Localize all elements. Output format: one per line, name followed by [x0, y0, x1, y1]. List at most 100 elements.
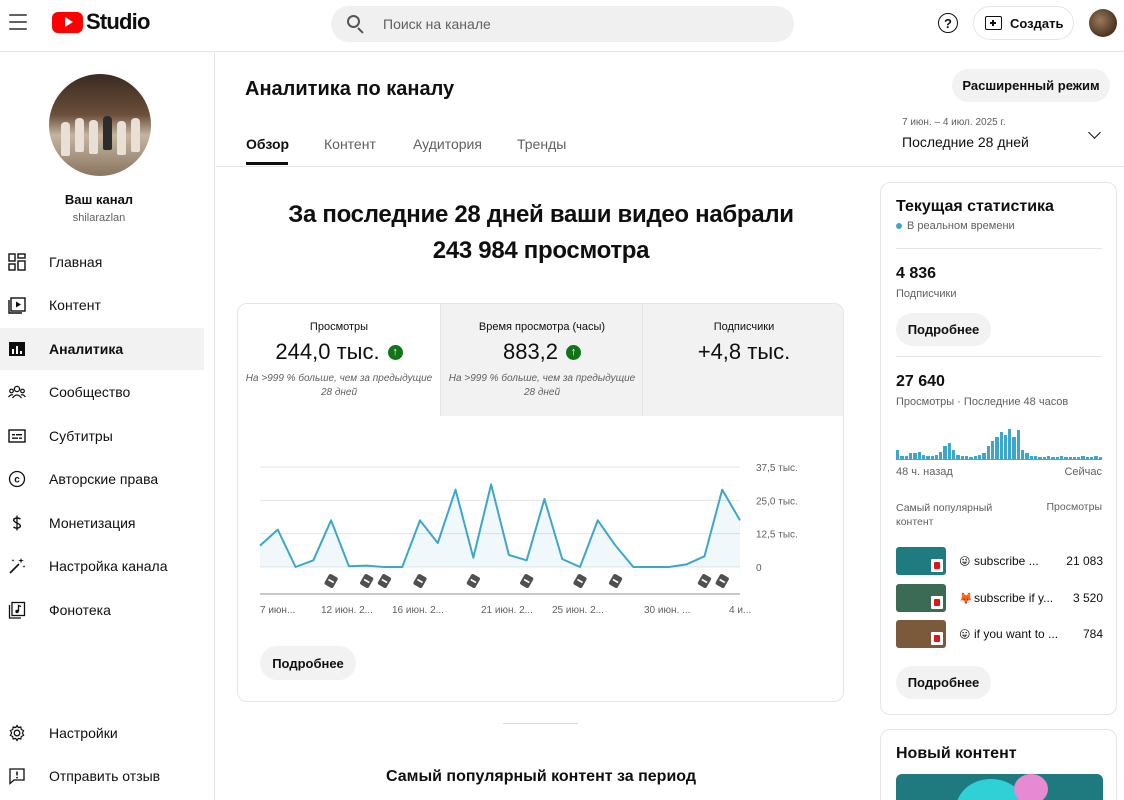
more-button[interactable]: Подробнее	[260, 646, 356, 680]
sidebar-item-content[interactable]: Контент	[0, 284, 204, 326]
chart-point[interactable]	[667, 565, 671, 569]
chart-point[interactable]	[596, 518, 600, 522]
chart-point[interactable]	[702, 554, 706, 558]
tab-audience[interactable]: Аудитория	[413, 136, 482, 152]
video-marker-icon[interactable]	[377, 573, 392, 588]
video-marker-icon[interactable]	[697, 573, 712, 588]
chart-point[interactable]	[489, 482, 493, 486]
tab-overview[interactable]: Обзор	[246, 136, 289, 152]
realtime-bar[interactable]	[947, 443, 952, 459]
chart-point[interactable]	[525, 558, 529, 562]
chart-point[interactable]	[454, 488, 458, 492]
video-marker-icon[interactable]	[324, 573, 339, 588]
chart-point[interactable]	[294, 565, 298, 569]
realtime-bar[interactable]	[917, 452, 921, 459]
top-bar: Studio ? Создать	[0, 0, 1124, 52]
axis-left-label: 48 ч. назад	[896, 466, 953, 478]
create-button[interactable]: Создать	[973, 6, 1074, 40]
realtime-bar[interactable]	[896, 450, 900, 459]
sidebar-item-dashboard[interactable]: Главная	[0, 241, 204, 283]
subscribers-more-button[interactable]: Подробнее	[896, 313, 991, 346]
sidebar-item-settings[interactable]: Настройки	[0, 712, 204, 754]
chart-point[interactable]	[649, 565, 653, 569]
top-content-more-button[interactable]: Подробнее	[896, 666, 991, 699]
chart-point[interactable]	[365, 564, 369, 568]
realtime-bar[interactable]	[990, 441, 995, 459]
realtime-bar[interactable]	[986, 445, 990, 459]
tab-content[interactable]: Контент	[324, 136, 376, 152]
chart-point[interactable]	[347, 564, 351, 568]
account-avatar[interactable]	[1089, 9, 1117, 37]
chart-point[interactable]	[258, 544, 262, 548]
chart-point[interactable]	[311, 558, 315, 562]
sidebar-item-monetization[interactable]: Монетизация	[0, 502, 204, 544]
sidebar-item-analytics[interactable]: Аналитика	[0, 328, 204, 370]
sidebar-item-feedback[interactable]: Отправить отзыв	[0, 755, 204, 797]
realtime-bar[interactable]	[939, 452, 943, 459]
x-tick-label: 30 июн. ...	[644, 605, 690, 616]
views-line-chart[interactable]: 37,5 тыс. 25,0 тыс. 12,5 тыс. 0 7 июн... 12 и…	[238, 304, 844, 644]
chart-point[interactable]	[685, 562, 689, 566]
realtime-title: Текущая статистика	[896, 198, 1054, 215]
menu-icon[interactable]	[9, 14, 27, 30]
realtime-bar[interactable]	[1016, 430, 1021, 459]
chart-point[interactable]	[738, 518, 742, 522]
realtime-bar[interactable]	[1003, 434, 1008, 459]
sidebar-item-customization[interactable]: Настройка канала	[0, 545, 204, 587]
video-marker-icon[interactable]	[466, 573, 481, 588]
video-marker-icon[interactable]	[359, 573, 374, 588]
channel-avatar[interactable]	[49, 74, 151, 176]
search-bar[interactable]	[331, 6, 794, 42]
chart-point[interactable]	[382, 565, 386, 569]
realtime-bar[interactable]	[1008, 429, 1012, 459]
realtime-bar[interactable]	[952, 450, 956, 459]
search-icon[interactable]	[347, 15, 365, 34]
chart-point[interactable]	[631, 565, 635, 569]
realtime-bar[interactable]	[1021, 450, 1025, 459]
audio-library-icon	[8, 601, 26, 619]
sidebar-item-copyright[interactable]: c Авторские права	[0, 458, 204, 500]
video-marker-icon[interactable]	[573, 573, 588, 588]
video-marker-icon[interactable]	[519, 573, 534, 588]
realtime-bar[interactable]	[1012, 436, 1016, 459]
overview-card: Просмотры 244,0 тыс. ↑ На >999 % больше,…	[237, 303, 844, 702]
chart-point[interactable]	[720, 488, 724, 492]
header-divider	[216, 166, 1124, 167]
chart-point[interactable]	[507, 553, 511, 557]
top-video-row[interactable]: 🦊 subscribe if y... 3 520	[896, 584, 1103, 612]
tab-trends[interactable]: Тренды	[517, 136, 566, 152]
top-video-row[interactable]: 😛 if you want to ... 784	[896, 620, 1103, 648]
chart-point[interactable]	[329, 518, 333, 522]
search-input[interactable]	[383, 16, 763, 32]
chart-point[interactable]	[418, 518, 422, 522]
studio-logo[interactable]: Studio	[52, 9, 150, 34]
sidebar-item-subtitles[interactable]: Субтитры	[0, 415, 204, 457]
chart-point[interactable]	[276, 528, 280, 532]
period-selector[interactable]: Последние 28 дней	[902, 134, 1029, 150]
chevron-down-icon[interactable]	[1088, 126, 1101, 139]
top-video-row[interactable]: 😜 subscribe ... 21 083	[896, 547, 1103, 575]
chart-point[interactable]	[614, 544, 618, 548]
chart-point[interactable]	[471, 556, 475, 560]
realtime-bar[interactable]	[995, 436, 999, 459]
sidebar-item-label: Субтитры	[49, 428, 113, 444]
video-marker-icon[interactable]	[413, 573, 428, 588]
chart-point[interactable]	[436, 541, 440, 545]
sidebar-item-audio-library[interactable]: Фонотека	[0, 589, 204, 631]
advanced-mode-button[interactable]: Расширенный режим	[952, 69, 1110, 102]
video-marker-icon[interactable]	[608, 573, 623, 588]
help-icon[interactable]: ?	[938, 13, 958, 33]
new-content-thumbnail[interactable]	[896, 774, 1103, 800]
date-range[interactable]: 7 июн. – 4 июл. 2025 г.	[902, 117, 1006, 128]
video-title: if you want to ...	[974, 627, 1059, 641]
chart-point[interactable]	[560, 557, 564, 561]
realtime-bar[interactable]	[943, 445, 947, 459]
chart-point[interactable]	[400, 565, 404, 569]
sidebar-item-community[interactable]: Сообщество	[0, 371, 204, 413]
chart-point[interactable]	[542, 497, 546, 501]
realtime-bar-chart[interactable]	[896, 429, 1102, 459]
realtime-bar[interactable]	[999, 432, 1003, 459]
video-thumbnail	[896, 584, 946, 612]
video-marker-icon[interactable]	[715, 573, 730, 588]
chart-point[interactable]	[578, 565, 582, 569]
